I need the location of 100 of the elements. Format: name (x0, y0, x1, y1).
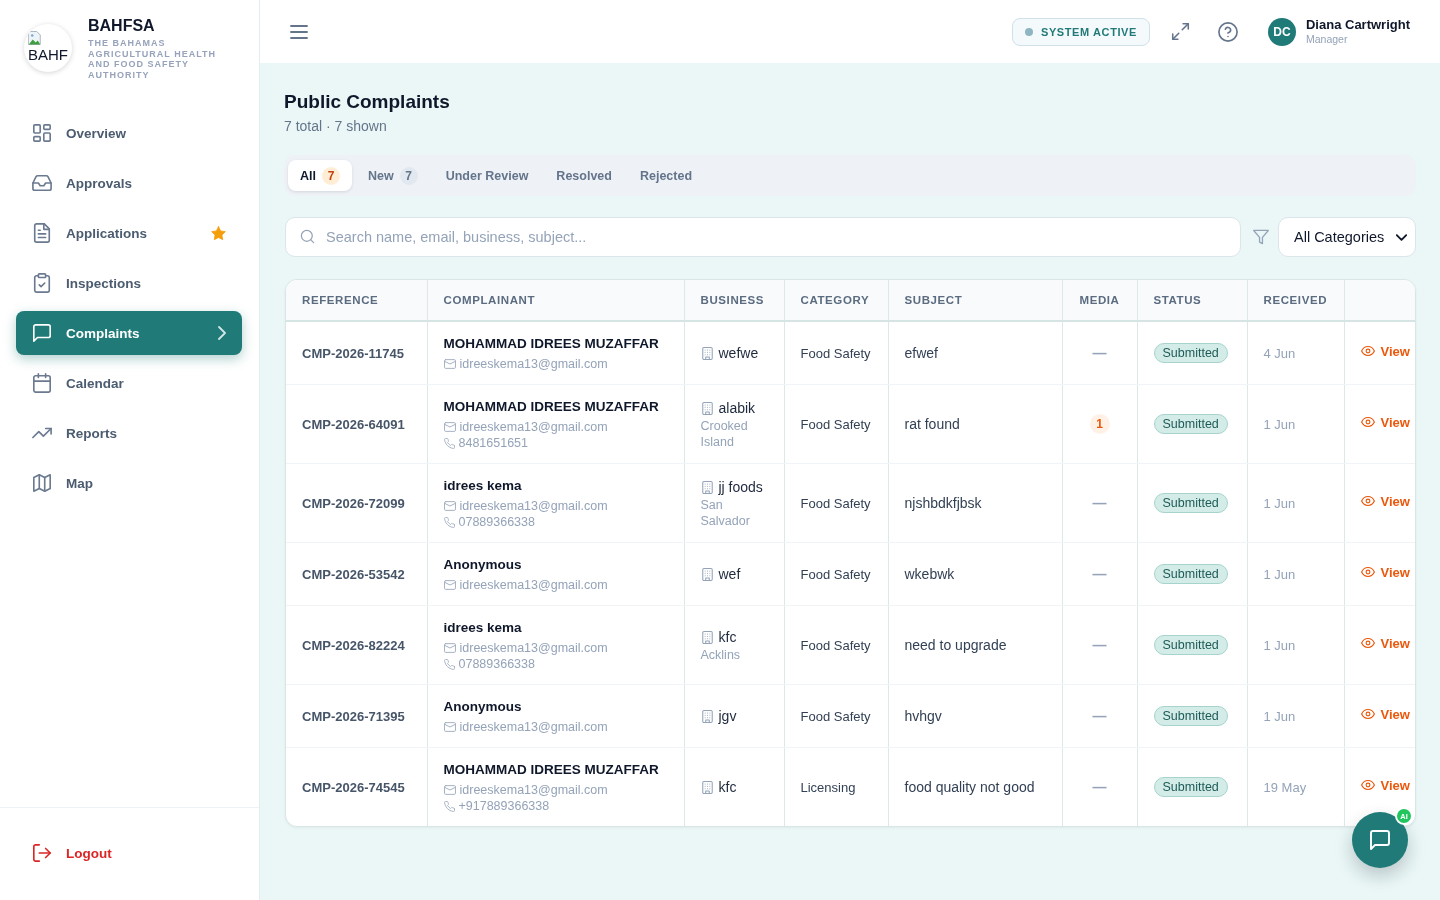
building-icon (700, 401, 714, 415)
nav-item[interactable]: Applications (16, 211, 242, 255)
building-icon (700, 780, 714, 794)
eye-icon (1360, 494, 1375, 508)
subject-text: rat found (904, 416, 960, 432)
email-text: idreeskema13@gmail.com (459, 640, 608, 656)
column-header: SUBJECT (888, 280, 1062, 321)
mail-icon (443, 642, 456, 654)
filter-tab[interactable]: Rejected (627, 160, 705, 191)
nav-item[interactable]: Inspections (16, 261, 242, 305)
building-icon (700, 630, 714, 644)
business-name: kfc (718, 628, 737, 647)
logout-icon (32, 843, 52, 863)
mail-icon (443, 358, 456, 370)
received-date: 1 Jun (1263, 709, 1296, 724)
category-text: Licensing (800, 780, 856, 795)
filter-tab[interactable]: Resolved (544, 160, 624, 191)
search-field[interactable]: Search name, email, business, subject... (285, 217, 1241, 257)
user-role: Manager (1306, 33, 1349, 46)
view-link[interactable]: View (1360, 706, 1410, 722)
search-icon (300, 229, 315, 244)
complainant-name: Anonymous (443, 556, 523, 574)
subject-text: njshbdkfjbsk (904, 495, 982, 511)
column-header: BUSINESS (684, 280, 784, 321)
nav-item[interactable]: Reports (16, 411, 242, 455)
subject-text: efwef (904, 345, 938, 361)
complainant-name: idrees kema (443, 619, 523, 637)
email-text: idreeskema13@gmail.com (459, 577, 608, 593)
phone-icon (443, 516, 455, 528)
media-dash: — (1092, 345, 1107, 361)
complainant-name: MOHAMMAD IDREES MUZAFFAR (443, 335, 660, 353)
view-link[interactable]: View (1360, 777, 1410, 793)
brand-tagline: THE BAHAMAS AGRICULTURAL HEALTH AND FOOD SAFETY AUTHORITY (88, 38, 217, 81)
user-avatar: DC (1268, 17, 1296, 46)
menu-icon[interactable] (290, 24, 308, 39)
phone-text: 07889366338 (458, 656, 535, 672)
nav-item[interactable]: Approvals (16, 161, 242, 205)
help-icon[interactable] (1218, 21, 1238, 42)
user-name: Diana Cartwright (1306, 17, 1410, 33)
view-link[interactable]: View (1360, 564, 1410, 580)
caret-icon (1396, 233, 1407, 241)
reference-text: CMP-2026-64091 (302, 417, 405, 432)
subject-text: wkebwk (904, 566, 955, 582)
view-link[interactable]: View (1360, 635, 1410, 651)
nav-item[interactable]: Calendar (16, 361, 242, 405)
mail-icon (443, 579, 456, 591)
business-name: wef (718, 565, 741, 584)
category-text: Food Safety (800, 567, 871, 582)
view-link[interactable]: View (1360, 343, 1410, 359)
reference-text: CMP-2026-53542 (302, 567, 405, 582)
mail-icon (443, 421, 456, 433)
category-dropdown[interactable]: All Categories (1278, 217, 1416, 257)
received-date: 4 Jun (1263, 346, 1296, 361)
filter-tab[interactable]: Under Review (433, 160, 541, 191)
media-count-badge: 1 (1089, 414, 1110, 434)
building-icon (700, 480, 714, 494)
chat-bubble-icon (32, 323, 52, 343)
expand-icon[interactable] (1171, 22, 1190, 41)
column-header: STATUS (1137, 280, 1247, 321)
eye-icon (1360, 707, 1375, 721)
filter-tab[interactable]: All 7 (288, 160, 352, 191)
subject-text: food quality not good (904, 779, 1035, 795)
view-link[interactable]: View (1360, 493, 1410, 509)
page-subtitle: 7 total · 7 shown (284, 117, 387, 136)
eye-icon (1360, 636, 1375, 650)
column-header: MEDIA (1062, 280, 1137, 321)
phone-text: 8481651651 (458, 435, 529, 451)
status-badge: Submitted (1153, 343, 1228, 363)
reference-text: CMP-2026-74545 (302, 780, 405, 795)
building-icon (700, 709, 714, 723)
nav-item[interactable]: Complaints (16, 311, 242, 355)
clipboard-check-icon (32, 273, 52, 293)
status-badge: Submitted (1153, 777, 1228, 797)
email-text: idreeskema13@gmail.com (459, 419, 608, 435)
filter-tab[interactable]: New 7 (356, 160, 430, 191)
category-text: Food Safety (800, 638, 871, 653)
status-badge: Submitted (1153, 706, 1228, 726)
business-name: kfc (718, 778, 737, 797)
phone-icon (443, 437, 455, 449)
business-name: wefwe (718, 344, 759, 363)
business-location: San Salvador (700, 497, 751, 529)
phone-icon (443, 800, 455, 812)
nav-item[interactable]: Map (16, 461, 242, 505)
reference-text: CMP-2026-11745 (302, 346, 404, 361)
business-name: jj foods (718, 478, 763, 497)
status-badge: Submitted (1153, 414, 1228, 434)
view-link[interactable]: View (1360, 414, 1410, 430)
logo-alt-text: BAHF (28, 47, 68, 63)
complainant-name: MOHAMMAD IDREES MUZAFFAR (443, 398, 660, 416)
business-location: Crooked Island (700, 418, 749, 450)
eye-icon (1360, 415, 1375, 429)
inbox-icon (32, 173, 52, 193)
reference-text: CMP-2026-71395 (302, 709, 405, 724)
mail-icon (443, 784, 456, 796)
received-date: 1 Jun (1263, 417, 1296, 432)
category-text: Food Safety (800, 417, 871, 432)
status-badge: Submitted (1153, 564, 1228, 584)
logout-button[interactable]: Logout (16, 831, 128, 875)
nav-item[interactable]: Overview (16, 111, 242, 155)
status-text: SYSTEM ACTIVE (1040, 25, 1137, 38)
